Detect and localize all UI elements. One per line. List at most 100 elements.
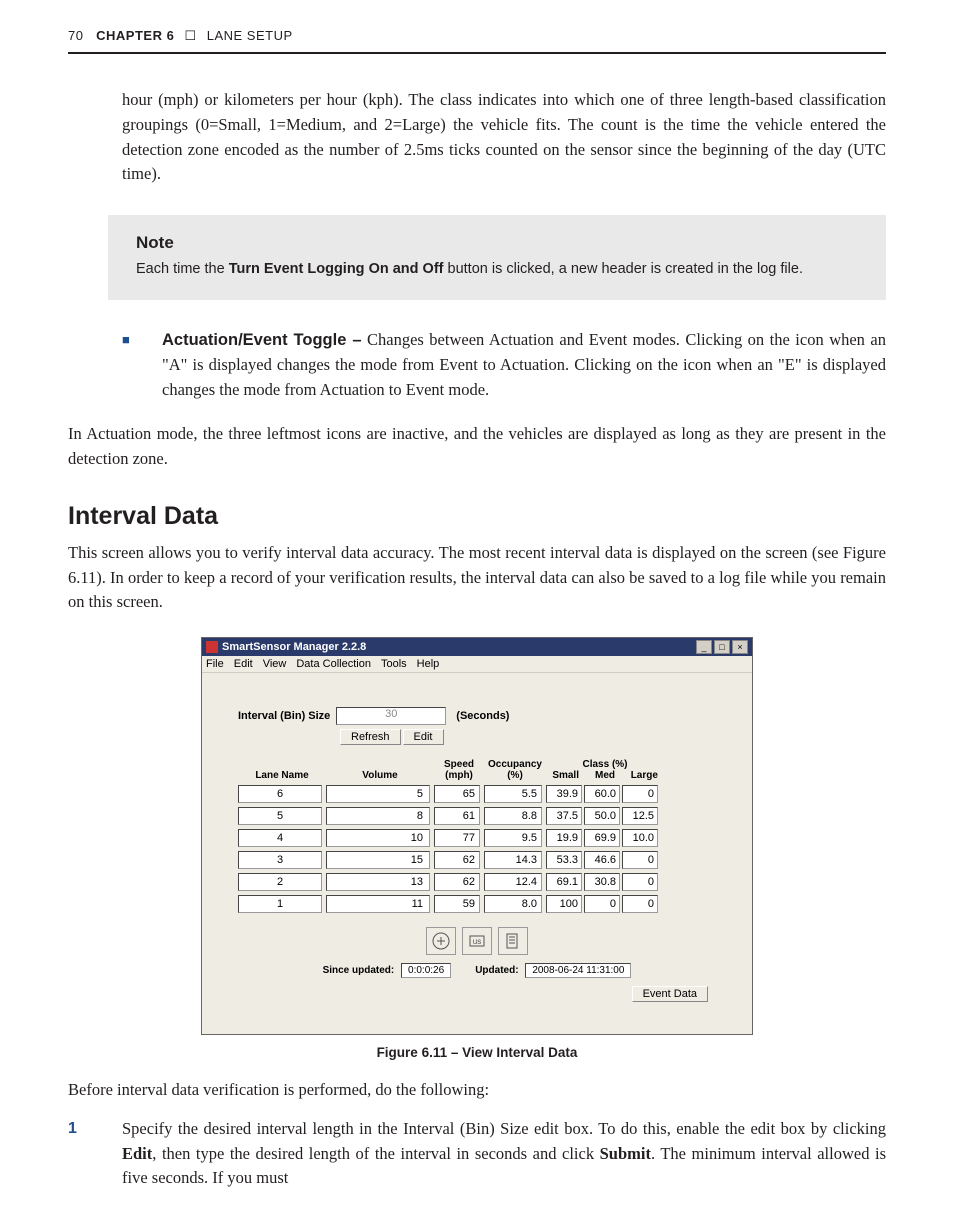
step1-text1: Specify the desired interval length in t… — [122, 1119, 886, 1138]
note-bold: Turn Event Logging On and Off — [229, 261, 444, 277]
col-header-speed-l1: Speed — [434, 759, 484, 770]
since-updated-value: 0:0:0:26 — [401, 963, 451, 978]
menu-file[interactable]: File — [206, 658, 224, 670]
cell-class-large: 0 — [622, 851, 658, 869]
table-row: 3156214.353.346.60 — [238, 851, 716, 869]
cell-class-large: 0 — [622, 895, 658, 913]
cell-class-med: 30.8 — [584, 873, 620, 891]
cell-occupancy: 14.3 — [484, 851, 542, 869]
refresh-button[interactable]: Refresh — [340, 729, 401, 745]
col-header-volume: Volume — [326, 770, 434, 781]
col-header-lane: Lane Name — [238, 770, 326, 781]
cell-occupancy: 12.4 — [484, 873, 542, 891]
table-row: 2136212.469.130.80 — [238, 873, 716, 891]
cell-class-small: 100 — [546, 895, 582, 913]
running-header: 70 CHAPTER 6 ☐ LANE SETUP — [68, 28, 886, 54]
cell-class-small: 39.9 — [546, 785, 582, 803]
updated-value: 2008-06-24 11:31:00 — [525, 963, 631, 978]
note-body: Each time the Turn Event Logging On and … — [136, 259, 858, 280]
minimize-button[interactable]: _ — [696, 640, 712, 654]
chapter-title: LANE SETUP — [207, 28, 293, 43]
col-header-small: Small — [546, 770, 585, 781]
step1-submit: Submit — [600, 1144, 651, 1163]
menu-tools[interactable]: Tools — [381, 658, 407, 670]
window-title: SmartSensor Manager 2.2.8 — [222, 641, 366, 653]
title-bar: SmartSensor Manager 2.2.8 _ □ × — [202, 638, 752, 656]
step1-text2: , then type the desired length of the in… — [152, 1144, 599, 1163]
col-header-occupancy: Occupancy (%) — [484, 759, 546, 781]
paragraph-continuation: hour (mph) or kilometers per hour (kph).… — [122, 88, 886, 187]
cell-class-large: 0 — [622, 873, 658, 891]
col-header-occ-l1: Occupancy — [484, 759, 546, 770]
col-header-class: Class (%) Small Med Large — [546, 759, 664, 781]
cell-class-small: 37.5 — [546, 807, 582, 825]
bin-size-unit: (Seconds) — [456, 710, 509, 722]
tool-icon-2[interactable]: us — [462, 927, 492, 955]
since-updated-label: Since updated: — [323, 965, 395, 976]
cell-occupancy: 8.0 — [484, 895, 542, 913]
cell-lane: 6 — [238, 785, 322, 803]
cell-lane: 2 — [238, 873, 322, 891]
cell-speed: 62 — [434, 851, 480, 869]
edit-button[interactable]: Edit — [403, 729, 444, 745]
tool-icon-1[interactable] — [426, 927, 456, 955]
col-header-class-l1: Class (%) — [546, 759, 664, 770]
cell-class-med: 60.0 — [584, 785, 620, 803]
step-1: Specify the desired interval length in t… — [68, 1117, 886, 1191]
maximize-button[interactable]: □ — [714, 640, 730, 654]
menu-help[interactable]: Help — [417, 658, 440, 670]
header-separator: ☐ — [184, 28, 196, 43]
paragraph-actuation-mode: In Actuation mode, the three leftmost ic… — [68, 422, 886, 472]
cell-speed: 65 — [434, 785, 480, 803]
cell-class-med: 69.9 — [584, 829, 620, 847]
paragraph-before-steps: Before interval data verification is per… — [68, 1078, 886, 1103]
bin-size-input[interactable]: 30 — [336, 707, 446, 725]
cell-speed: 61 — [434, 807, 480, 825]
step1-edit: Edit — [122, 1144, 152, 1163]
table-row: 111598.010000 — [238, 895, 716, 913]
menu-data-collection[interactable]: Data Collection — [296, 658, 371, 670]
col-header-occ-l2: (%) — [484, 770, 546, 781]
figure-interval-data: SmartSensor Manager 2.2.8 _ □ × File Edi… — [201, 637, 753, 1060]
cell-occupancy: 8.8 — [484, 807, 542, 825]
cell-class-small: 53.3 — [546, 851, 582, 869]
cell-class-med: 46.6 — [584, 851, 620, 869]
cell-class-small: 19.9 — [546, 829, 582, 847]
cell-volume: 13 — [326, 873, 430, 891]
menu-bar: File Edit View Data Collection Tools Hel… — [202, 656, 752, 673]
paragraph-interval-intro: This screen allows you to verify interva… — [68, 541, 886, 615]
bullet-label: Actuation/Event Toggle – — [162, 331, 362, 349]
cell-occupancy: 5.5 — [484, 785, 542, 803]
cell-volume: 10 — [326, 829, 430, 847]
updated: Updated: 2008-06-24 11:31:00 — [475, 965, 631, 976]
cell-volume: 5 — [326, 785, 430, 803]
cell-lane: 1 — [238, 895, 322, 913]
menu-view[interactable]: View — [263, 658, 287, 670]
cell-speed: 62 — [434, 873, 480, 891]
figure-caption: Figure 6.11 – View Interval Data — [201, 1045, 753, 1060]
note-text-after: button is clicked, a new header is creat… — [443, 261, 802, 277]
chapter-label: CHAPTER 6 — [96, 28, 174, 43]
updated-label: Updated: — [475, 965, 518, 976]
svg-text:us: us — [473, 937, 481, 946]
note-callout: Note Each time the Turn Event Logging On… — [108, 215, 886, 300]
section-heading-interval-data: Interval Data — [68, 502, 886, 531]
table-row: 58618.837.550.012.5 — [238, 807, 716, 825]
cell-class-large: 0 — [622, 785, 658, 803]
cell-volume: 8 — [326, 807, 430, 825]
cell-class-med: 50.0 — [584, 807, 620, 825]
close-button[interactable]: × — [732, 640, 748, 654]
menu-edit[interactable]: Edit — [234, 658, 253, 670]
cell-volume: 15 — [326, 851, 430, 869]
cell-lane: 5 — [238, 807, 322, 825]
cell-class-large: 10.0 — [622, 829, 658, 847]
col-header-speed-l2: (mph) — [434, 770, 484, 781]
app-window: SmartSensor Manager 2.2.8 _ □ × File Edi… — [201, 637, 753, 1035]
tool-icon-3[interactable] — [498, 927, 528, 955]
cell-lane: 4 — [238, 829, 322, 847]
cell-lane: 3 — [238, 851, 322, 869]
event-data-button[interactable]: Event Data — [632, 986, 708, 1002]
note-text-before: Each time the — [136, 261, 229, 277]
cell-class-large: 12.5 — [622, 807, 658, 825]
col-header-speed: Speed (mph) — [434, 759, 484, 781]
